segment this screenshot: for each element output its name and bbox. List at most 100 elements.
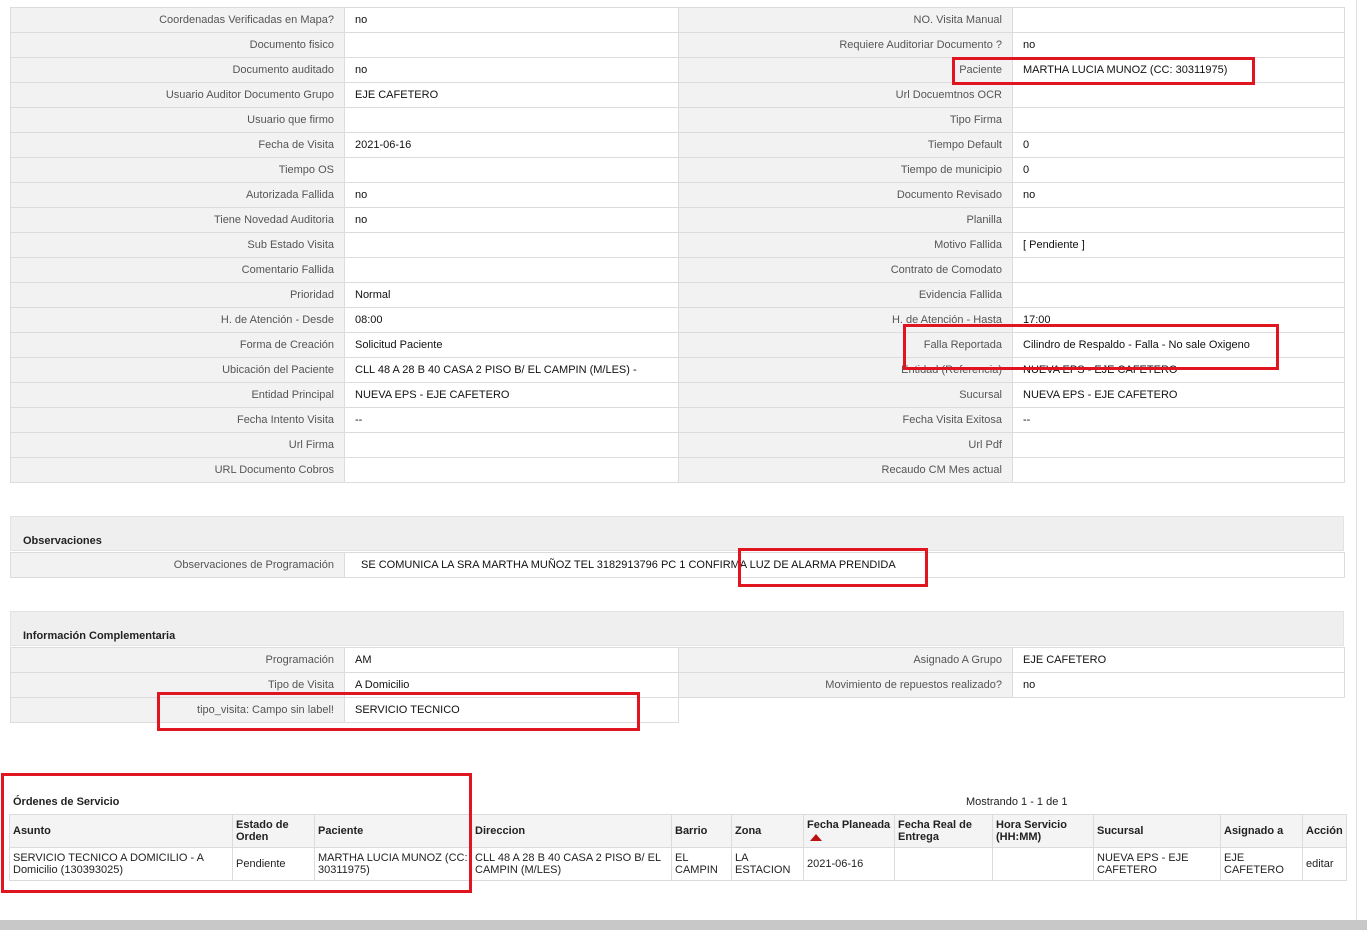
column-header-asignado[interactable]: Asignado a xyxy=(1220,814,1303,848)
order-barrio: EL CAMPIN xyxy=(671,847,732,881)
field-label: Autorizada Fallida xyxy=(10,182,345,208)
table-row: Usuario Auditor Documento Grupo EJE CAFET… xyxy=(10,82,1345,108)
field-value xyxy=(1012,282,1345,308)
field-label: Tiempo Default xyxy=(678,132,1013,158)
table-row: Url Firma Url Pdf xyxy=(10,432,1345,458)
field-label: Forma de Creación xyxy=(10,332,345,358)
orders-count: Mostrando 1 - 1 de 1 xyxy=(966,796,1068,808)
table-row: Autorizada Fallida no Documento Revisado no xyxy=(10,182,1345,208)
field-label: Url Docuemtnos OCR xyxy=(678,82,1013,108)
table-row: Observaciones de Programación SE COMUNIC… xyxy=(10,552,1345,578)
table-row: Coordenadas Verificadas en Mapa? no NO. Vi… xyxy=(10,7,1345,33)
field-value xyxy=(1012,457,1345,483)
field-label: Prioridad xyxy=(10,282,345,308)
vertical-scrollbar[interactable] xyxy=(1356,0,1367,920)
field-value: 08:00 xyxy=(344,307,679,333)
field-value xyxy=(1012,7,1345,33)
column-header-hora[interactable]: Hora Servicio (HH:MM) xyxy=(992,814,1094,848)
field-value: Normal xyxy=(344,282,679,308)
field-value: Solicitud Paciente xyxy=(344,332,679,358)
field-value: 2021-06-16 xyxy=(344,132,679,158)
order-zona: LA ESTACION xyxy=(731,847,804,881)
field-value: no xyxy=(1012,32,1345,58)
field-label: Contrato de Comodato xyxy=(678,257,1013,283)
table-row: Documento fisico Requiere Auditoriar Docu… xyxy=(10,32,1345,58)
order-fecha-real xyxy=(894,847,993,881)
field-value: NUEVA EPS - EJE CAFETERO xyxy=(1012,382,1345,408)
column-header-zona[interactable]: Zona xyxy=(731,814,804,848)
field-label: Fecha Intento Visita xyxy=(10,407,345,433)
field-value: no xyxy=(344,7,679,33)
field-label: Usuario que firmo xyxy=(10,107,345,133)
field-label: Documento fisico xyxy=(10,32,345,58)
field-label: Documento auditado xyxy=(10,57,345,83)
column-header-fecha-planeada[interactable]: Fecha Planeada xyxy=(803,814,895,848)
field-value xyxy=(344,157,679,183)
field-label: Motivo Fallida xyxy=(678,232,1013,258)
field-label: Tiene Novedad Auditoria xyxy=(10,207,345,233)
page-content: Coordenadas Verificadas en Mapa? no NO. Vi… xyxy=(0,0,1356,930)
sort-ascending-icon xyxy=(810,833,822,841)
field-value: 0 xyxy=(1012,157,1345,183)
field-value: CLL 48 A 28 B 40 CASA 2 PISO B/ EL CAMPI… xyxy=(344,357,679,383)
field-value xyxy=(1012,107,1345,133)
field-label: Planilla xyxy=(678,207,1013,233)
column-header-sucursal[interactable]: Sucursal xyxy=(1093,814,1221,848)
field-label: Sucursal xyxy=(678,382,1013,408)
field-value: NUEVA EPS - EJE CAFETERO xyxy=(344,382,679,408)
field-value: -- xyxy=(344,407,679,433)
field-value: no xyxy=(344,207,679,233)
column-header-fecha-real[interactable]: Fecha Real de Entrega xyxy=(894,814,993,848)
highlight-box-observacion xyxy=(738,548,928,587)
table-row: Prioridad Normal Evidencia Fallida xyxy=(10,282,1345,308)
field-label: Url Pdf xyxy=(678,432,1013,458)
info-complementaria-header: Información Complementaria xyxy=(10,611,1344,646)
table-row: Comentario Fallida Contrato de Comodato xyxy=(10,257,1345,283)
field-label: Ubicación del Paciente xyxy=(10,357,345,383)
table-row: Tiempo OS Tiempo de municipio 0 xyxy=(10,157,1345,183)
info-complementaria-table: Programación AM Asignado A Grupo EJE CAFETE… xyxy=(10,647,1345,698)
table-row: URL Documento Cobros Recaudo CM Mes actua… xyxy=(10,457,1345,483)
order-fecha-planeada: 2021-06-16 xyxy=(803,847,895,881)
field-value xyxy=(344,257,679,283)
field-label: Movimiento de repuestos realizado? xyxy=(678,672,1013,698)
field-label: Programación xyxy=(10,647,345,673)
column-header-barrio[interactable]: Barrio xyxy=(671,814,732,848)
field-value xyxy=(1012,257,1345,283)
field-label: Asignado A Grupo xyxy=(678,647,1013,673)
field-label: Tiempo de municipio xyxy=(678,157,1013,183)
field-value: [ Pendiente ] xyxy=(1012,232,1345,258)
table-row: Sub Estado Visita Motivo Fallida[ Pendien… xyxy=(10,232,1345,258)
field-value xyxy=(1012,432,1345,458)
field-value: EJE CAFETERO xyxy=(344,82,679,108)
table-row: Programación AM Asignado A Grupo EJE CAFETE… xyxy=(10,647,1345,673)
highlight-box-tipo-visita xyxy=(157,692,640,731)
horizontal-scrollbar[interactable] xyxy=(0,920,1367,930)
order-sucursal: NUEVA EPS - EJE CAFETERO xyxy=(1093,847,1221,881)
field-value xyxy=(1012,82,1345,108)
field-value: -- xyxy=(1012,407,1345,433)
field-value: no xyxy=(1012,182,1345,208)
field-value: no xyxy=(1012,672,1345,698)
column-header-direccion[interactable]: Direccion xyxy=(471,814,672,848)
order-asignado: EJE CAFETERO xyxy=(1220,847,1303,881)
field-value xyxy=(344,432,679,458)
field-label: Entidad Principal xyxy=(10,382,345,408)
field-label: Tiempo OS xyxy=(10,157,345,183)
field-label: Coordenadas Verificadas en Mapa? xyxy=(10,7,345,33)
field-label: Sub Estado Visita xyxy=(10,232,345,258)
edit-link[interactable]: editar xyxy=(1302,847,1347,881)
field-label: Requiere Auditoriar Documento ? xyxy=(678,32,1013,58)
highlight-box-paciente xyxy=(952,57,1255,85)
field-value: 0 xyxy=(1012,132,1345,158)
field-value xyxy=(1012,207,1345,233)
table-row: Entidad Principal NUEVA EPS - EJE CAFETER… xyxy=(10,382,1345,408)
observaciones-table: Observaciones de Programación SE COMUNIC… xyxy=(10,552,1345,578)
field-label: Url Firma xyxy=(10,432,345,458)
highlight-box-falla xyxy=(903,324,1279,370)
field-label: Evidencia Fallida xyxy=(678,282,1013,308)
observaciones-header: Observaciones xyxy=(10,516,1344,551)
highlight-box-ordenes xyxy=(1,773,472,893)
field-value: no xyxy=(344,182,679,208)
field-label: Tipo Firma xyxy=(678,107,1013,133)
